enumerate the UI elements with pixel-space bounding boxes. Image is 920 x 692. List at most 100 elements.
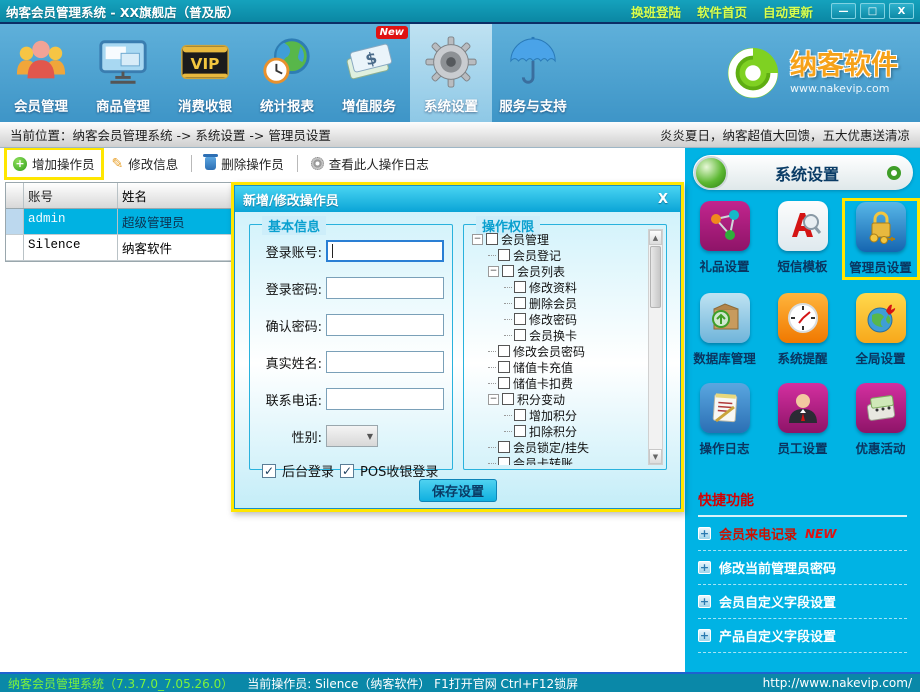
tree-checkbox[interactable] xyxy=(486,233,498,245)
tree-checkbox[interactable] xyxy=(502,265,514,277)
grid-item-sms-template[interactable]: 短信模板 xyxy=(764,198,842,280)
minimize-button[interactable]: — xyxy=(831,3,856,19)
tree-item[interactable]: −会员管理 xyxy=(472,231,646,247)
database-box-icon xyxy=(700,293,750,343)
login-password-input[interactable] xyxy=(326,277,444,299)
tree-expander-icon[interactable]: − xyxy=(472,234,483,245)
confirm-password-input[interactable] xyxy=(326,314,444,336)
grid-item-reminder[interactable]: 系统提醒 xyxy=(764,290,842,370)
sidebar: 系统设置 礼品设置 短信模板 xyxy=(685,148,920,672)
tree-checkbox[interactable] xyxy=(514,281,526,293)
add-operator-label: 增加操作员 xyxy=(32,154,95,173)
gender-select[interactable]: ▼ xyxy=(326,425,378,447)
grid-item-staff-settings[interactable]: 员工设置 xyxy=(764,380,842,460)
tree-item[interactable]: −积分变动 xyxy=(488,391,646,407)
tree-checkbox[interactable] xyxy=(498,361,510,373)
quick-item-change-password[interactable]: + 修改当前管理员密码 xyxy=(698,551,907,585)
shift-login-link[interactable]: 换班登陆 xyxy=(631,2,681,21)
tree-scrollbar[interactable]: ▲ ▼ xyxy=(648,229,663,465)
tree-item[interactable]: 修改会员密码 xyxy=(488,343,646,359)
login-account-label: 登录账号: xyxy=(250,242,322,261)
real-name-input[interactable] xyxy=(326,351,444,373)
tree-checkbox[interactable] xyxy=(514,409,526,421)
backend-login-label: 后台登录 xyxy=(282,461,334,480)
auto-update-link[interactable]: 自动更新 xyxy=(763,2,813,21)
tree-checkbox[interactable] xyxy=(498,377,510,389)
tree-checkbox[interactable] xyxy=(514,297,526,309)
quick-item-member-custom-fields[interactable]: + 会员自定义字段设置 xyxy=(698,585,907,619)
log-notepad-icon xyxy=(700,383,750,433)
row-selector[interactable] xyxy=(6,235,24,260)
maximize-button[interactable]: □ xyxy=(860,3,885,19)
scroll-down-icon[interactable]: ▼ xyxy=(649,449,662,464)
pos-login-checkbox[interactable]: ✓ xyxy=(340,464,354,478)
tree-item[interactable]: 会员换卡 xyxy=(504,327,646,343)
nav-item-members[interactable]: 会员管理 xyxy=(0,24,82,122)
tree-checkbox[interactable] xyxy=(514,425,526,437)
delete-operator-button[interactable]: 删除操作员 xyxy=(199,150,290,177)
tree-checkbox[interactable] xyxy=(498,457,510,465)
tree-item[interactable]: 增加积分 xyxy=(504,407,646,423)
tree-checkbox[interactable] xyxy=(514,329,526,341)
grid-item-promotions[interactable]: 优惠活动 xyxy=(842,380,920,460)
tree-expander-icon[interactable]: − xyxy=(488,266,499,277)
highlight-box-add-operator: + 增加操作员 xyxy=(4,148,104,180)
tree-item[interactable]: 会员锁定/挂失 xyxy=(488,439,646,455)
tree-item[interactable]: 会员卡转账 xyxy=(488,455,646,465)
brand-logo: 纳客软件 www.nakevip.com xyxy=(724,24,920,122)
tree-checkbox[interactable] xyxy=(498,441,510,453)
contact-phone-label: 联系电话: xyxy=(250,390,322,409)
edit-info-button[interactable]: ✎ 修改信息 xyxy=(106,150,185,177)
tree-connector xyxy=(488,367,496,368)
tree-item[interactable]: 储值卡充值 xyxy=(488,359,646,375)
tree-connector xyxy=(488,463,496,464)
tree-checkbox[interactable] xyxy=(502,393,514,405)
add-operator-button[interactable]: + 增加操作员 xyxy=(7,150,101,177)
grid-item-gift-settings[interactable]: 礼品设置 xyxy=(686,198,764,280)
new-badge: NEW xyxy=(805,527,836,541)
tree-connector xyxy=(488,383,496,384)
tree-item[interactable]: 扣除积分 xyxy=(504,423,646,439)
nav-item-system-settings[interactable]: 系统设置 xyxy=(410,24,492,122)
table-row[interactable]: Silence 纳客软件 xyxy=(6,235,232,261)
dialog-titlebar[interactable]: 新增/修改操作员 X xyxy=(235,186,680,212)
edit-info-label: 修改信息 xyxy=(128,154,178,173)
grid-item-admin-settings[interactable]: 管理员设置 xyxy=(842,198,920,280)
tree-expander-icon[interactable]: − xyxy=(488,394,499,405)
tree-item[interactable]: 修改资料 xyxy=(504,279,646,295)
tree-checkbox[interactable] xyxy=(498,345,510,357)
quick-item-member-calls[interactable]: + 会员来电记录 NEW xyxy=(698,517,907,551)
quick-item-product-custom-fields[interactable]: + 产品自定义字段设置 xyxy=(698,619,907,653)
tree-item[interactable]: 会员登记 xyxy=(488,247,646,263)
nav-item-reports[interactable]: 统计报表 xyxy=(246,24,328,122)
grid-item-operation-log[interactable]: 操作日志 xyxy=(686,380,764,460)
software-home-link[interactable]: 软件首页 xyxy=(697,2,747,21)
grid-item-global-settings[interactable]: 全局设置 xyxy=(842,290,920,370)
login-account-input[interactable] xyxy=(326,240,444,262)
scrollbar-thumb[interactable] xyxy=(650,246,661,308)
tree-item[interactable]: −会员列表 xyxy=(488,263,646,279)
cell-name: 纳客软件 xyxy=(118,235,232,260)
close-button[interactable]: X xyxy=(889,3,914,19)
nav-item-products[interactable]: 商品管理 xyxy=(82,24,164,122)
tree-item[interactable]: 储值卡扣费 xyxy=(488,375,646,391)
row-selector[interactable] xyxy=(6,209,24,234)
view-logs-button[interactable]: 查看此人操作日志 xyxy=(305,150,435,177)
scroll-up-icon[interactable]: ▲ xyxy=(649,230,662,245)
backend-login-checkbox[interactable]: ✓ xyxy=(262,464,276,478)
grid-item-database[interactable]: 数据库管理 xyxy=(686,290,764,370)
tree-checkbox[interactable] xyxy=(498,249,510,261)
tree-item[interactable]: 删除会员 xyxy=(504,295,646,311)
tree-checkbox[interactable] xyxy=(514,313,526,325)
status-url[interactable]: http://www.nakevip.com/ xyxy=(763,676,912,690)
nav-item-cashier[interactable]: VIP 消费收银 xyxy=(164,24,246,122)
delete-trash-icon xyxy=(205,157,216,170)
save-settings-button[interactable]: 保存设置 xyxy=(419,479,497,502)
contact-phone-input[interactable] xyxy=(326,388,444,410)
tree-item[interactable]: 修改密码 xyxy=(504,311,646,327)
dialog-close-icon[interactable]: X xyxy=(654,192,672,207)
nav-item-value-services[interactable]: New $ 增值服务 xyxy=(328,24,410,122)
green-orb-icon xyxy=(694,156,728,190)
nav-item-support[interactable]: 服务与支持 xyxy=(492,24,574,122)
table-row[interactable]: admin 超级管理员 xyxy=(6,209,232,235)
